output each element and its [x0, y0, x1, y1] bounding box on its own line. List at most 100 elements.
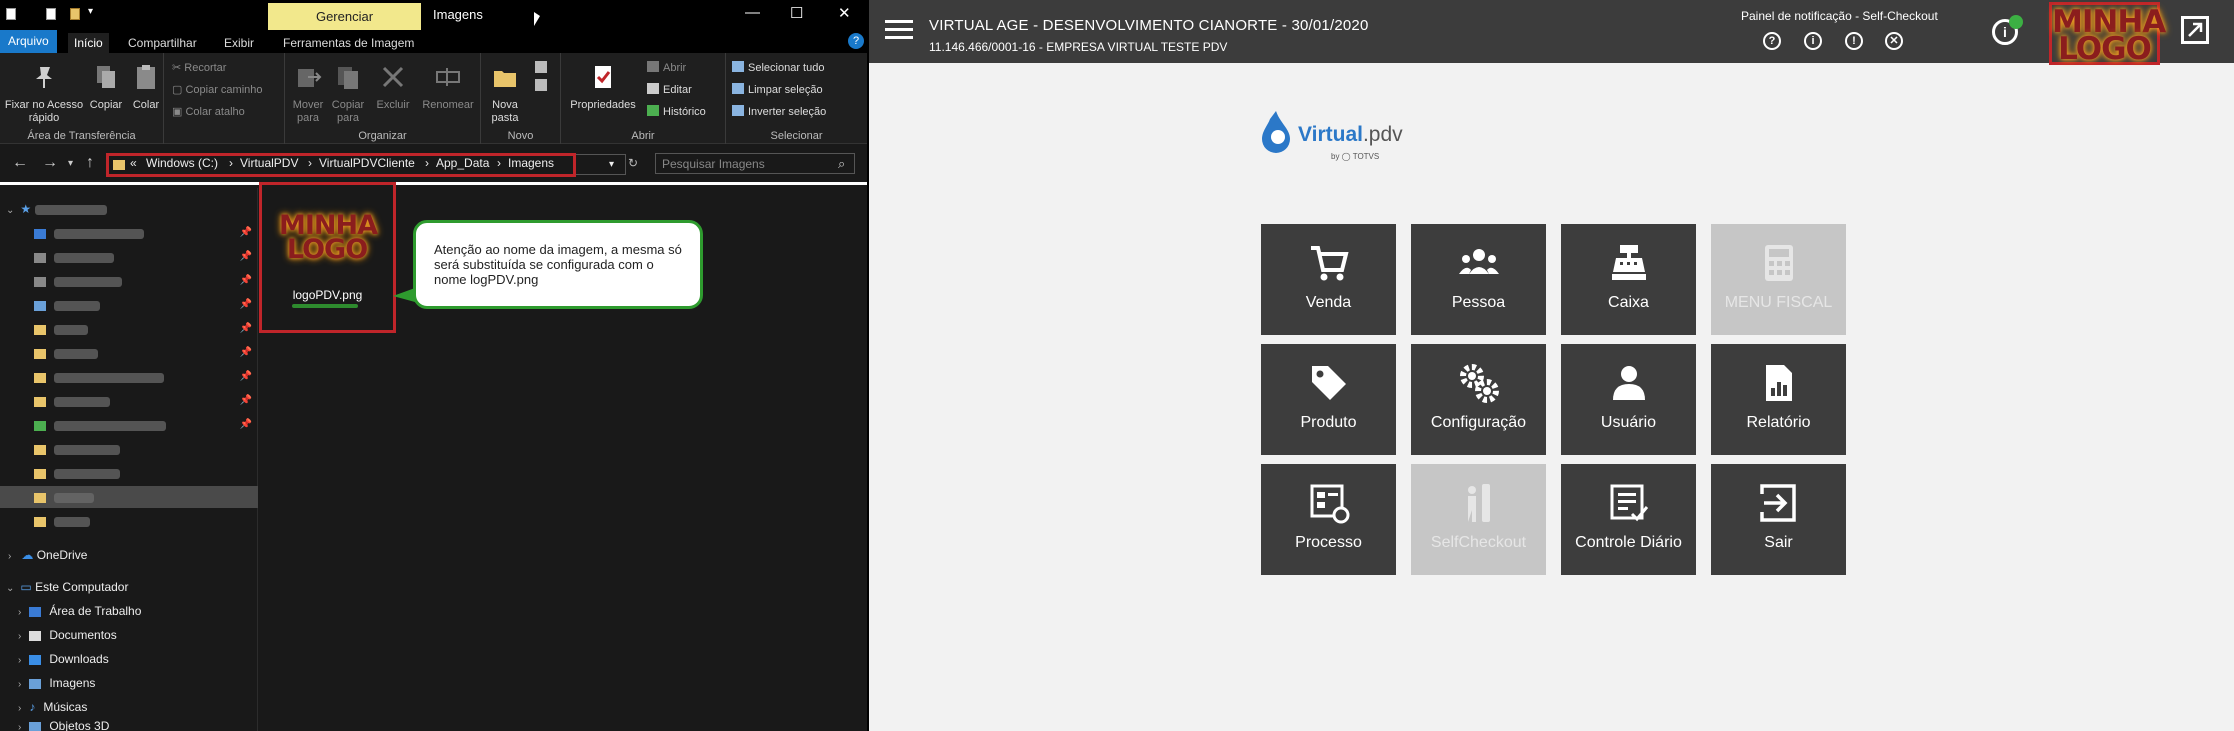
tile-sair[interactable]: Sair — [1711, 464, 1846, 575]
folder-icon — [34, 348, 46, 359]
close-button[interactable]: ✕ — [838, 4, 851, 22]
ribbon-context-tab[interactable]: Gerenciar — [268, 3, 421, 30]
nav-item-documentos[interactable]: › Documentos — [0, 624, 258, 646]
back-arrow-icon[interactable]: ← — [12, 154, 28, 172]
copy-button[interactable]: Copiar — [86, 63, 126, 112]
info-icon[interactable]: i — [1804, 32, 1822, 50]
tile-pessoa[interactable]: Pessoa — [1411, 224, 1546, 335]
nav-item-blurred[interactable]: 📌 — [0, 294, 258, 316]
nav-item-blurred[interactable] — [0, 462, 258, 484]
tile-processo[interactable]: Processo — [1261, 464, 1396, 575]
address-dropdown-icon[interactable]: ▾ — [609, 159, 614, 170]
nav-item-imagens[interactable]: › Imagens — [0, 672, 258, 694]
up-arrow-icon[interactable]: ↑ — [86, 154, 94, 172]
tab-ferramentas-imagem[interactable]: Ferramentas de Imagem — [283, 33, 414, 53]
tile-selfcheckout[interactable]: SelfCheckout — [1411, 464, 1546, 575]
tile-label: Relatório — [1746, 414, 1811, 431]
pdv-title: VIRTUAL AGE - DESENVOLVIMENTO CIANORTE -… — [929, 17, 1369, 34]
tile-label: Caixa — [1608, 294, 1649, 311]
breadcrumb-overflow[interactable]: « — [130, 156, 137, 170]
breadcrumb-windows-c[interactable]: Windows (C:) — [146, 156, 218, 170]
nav-item-blurred[interactable]: 📌 — [0, 222, 258, 244]
minimize-button[interactable]: — — [745, 4, 760, 21]
nav-item-selected[interactable] — [0, 486, 258, 508]
nav-item-blurred[interactable]: 📌 — [0, 414, 258, 436]
nav-item-onedrive[interactable]: › ☁ OneDrive — [0, 544, 258, 566]
nav-item-blurred[interactable]: 📌 — [0, 342, 258, 364]
tile-label: MENU FISCAL — [1724, 294, 1833, 311]
expand-chevron-icon: › — [18, 631, 22, 642]
blurred-label — [54, 468, 120, 479]
file-item-logopdv[interactable]: MINHA LOGO logoPDV.png — [259, 182, 396, 333]
tab-exibir[interactable]: Exibir — [224, 33, 254, 53]
search-icon[interactable]: ⌕ — [838, 156, 845, 172]
tile-menu-fiscal[interactable]: MENU FISCAL — [1711, 224, 1846, 335]
breadcrumb-app-data[interactable]: App_Data — [436, 156, 489, 170]
help-icon[interactable]: ? — [1763, 32, 1781, 50]
paste-shortcut-button[interactable]: ▣ Colar atalho — [172, 105, 245, 118]
folder-icon — [34, 228, 46, 239]
pin-quick-access-button[interactable]: Fixar no Acesso rápido — [4, 63, 84, 125]
properties-quick-icon[interactable] — [46, 8, 56, 20]
edit-button[interactable]: Editar — [647, 83, 692, 96]
nav-item-area-de-trabalho[interactable]: › Área de Trabalho — [0, 600, 258, 622]
nav-item-musicas[interactable]: › ♪ Músicas — [0, 696, 258, 718]
tile-controle-diario[interactable]: Controle Diário — [1561, 464, 1696, 575]
clipboard-group: Fixar no Acesso rápido Copiar Colar Área… — [0, 53, 164, 144]
nav-item-blurred[interactable]: 📌 — [0, 318, 258, 340]
nav-item-blurred[interactable]: 📌 — [0, 390, 258, 412]
new-folder-button[interactable]: Nova pasta — [485, 63, 525, 125]
expand-window-icon[interactable] — [2181, 16, 2209, 44]
new-item-icon[interactable] — [533, 59, 553, 95]
history-button[interactable]: Histórico — [647, 105, 706, 118]
move-to-button[interactable]: Mover para — [289, 63, 327, 125]
copy-path-label: Copiar caminho — [185, 84, 263, 96]
tab-inicio[interactable]: Início — [68, 33, 109, 53]
nav-item-blurred[interactable]: 📌 — [0, 366, 258, 388]
rename-button[interactable]: Renomear — [417, 63, 479, 112]
tile-relatorio[interactable]: Relatório — [1711, 344, 1846, 455]
help-icon[interactable]: ? — [848, 33, 864, 49]
select-all-button[interactable]: Selecionar tudo — [732, 61, 824, 74]
copy-to-button[interactable]: Copiar para — [329, 63, 367, 125]
nav-item-downloads[interactable]: › Downloads — [0, 648, 258, 670]
tile-produto[interactable]: Produto — [1261, 344, 1396, 455]
nav-item-blurred[interactable]: 📌 — [0, 246, 258, 268]
breadcrumb-sep: › — [425, 156, 429, 170]
tile-caixa[interactable]: Caixa — [1561, 224, 1696, 335]
clear-selection-button[interactable]: Limpar seleção — [732, 83, 823, 96]
nav-item-blurred[interactable] — [0, 438, 258, 460]
nav-item-este-computador[interactable]: ⌄ ▭ Este Computador — [0, 576, 258, 598]
search-input[interactable]: Pesquisar Imagens — [655, 153, 855, 174]
nav-item-blurred[interactable]: 📌 — [0, 270, 258, 292]
refresh-icon[interactable]: ↻ — [628, 156, 638, 170]
alert-icon[interactable]: ! — [1845, 32, 1863, 50]
tile-usuario[interactable]: Usuário — [1561, 344, 1696, 455]
tab-compartilhar[interactable]: Compartilhar — [128, 33, 197, 53]
breadcrumb-virtualpdv[interactable]: VirtualPDV — [240, 156, 298, 170]
tile-venda[interactable]: Venda — [1261, 224, 1396, 335]
quick-access-dropdown-icon[interactable]: ▾ — [88, 6, 93, 17]
cut-button[interactable]: ✂ Recortar — [172, 61, 226, 74]
forward-arrow-icon[interactable]: → — [42, 154, 58, 172]
folder-quick-icon[interactable] — [70, 8, 80, 20]
nav-item-blurred[interactable] — [0, 510, 258, 532]
maximize-button[interactable]: ☐ — [790, 4, 803, 22]
breadcrumb-virtualpdvcliente[interactable]: VirtualPDVCliente — [319, 156, 415, 170]
delete-button[interactable]: Excluir — [373, 63, 413, 112]
process-icon — [1310, 484, 1350, 524]
nav-item-quick-access[interactable]: ⌄ ★ — [0, 198, 258, 220]
tab-arquivo[interactable]: Arquivo — [0, 30, 57, 53]
nav-label: Objetos 3D — [49, 719, 110, 731]
properties-button[interactable]: Propriedades — [569, 63, 637, 112]
hamburger-menu-icon[interactable] — [885, 20, 913, 23]
copy-path-button[interactable]: ▢ Copiar caminho — [172, 83, 263, 96]
invert-selection-button[interactable]: Inverter seleção — [732, 105, 826, 118]
open-button[interactable]: Abrir — [647, 61, 686, 74]
tile-configuracao[interactable]: Configuração — [1411, 344, 1546, 455]
recent-dropdown-icon[interactable]: ▾ — [68, 158, 73, 169]
close-circle-icon[interactable]: ✕ — [1885, 32, 1903, 50]
paste-button[interactable]: Colar — [128, 63, 164, 112]
breadcrumb-imagens[interactable]: Imagens — [508, 156, 554, 170]
nav-item-objetos-3d[interactable]: › Objetos 3D — [0, 718, 258, 731]
